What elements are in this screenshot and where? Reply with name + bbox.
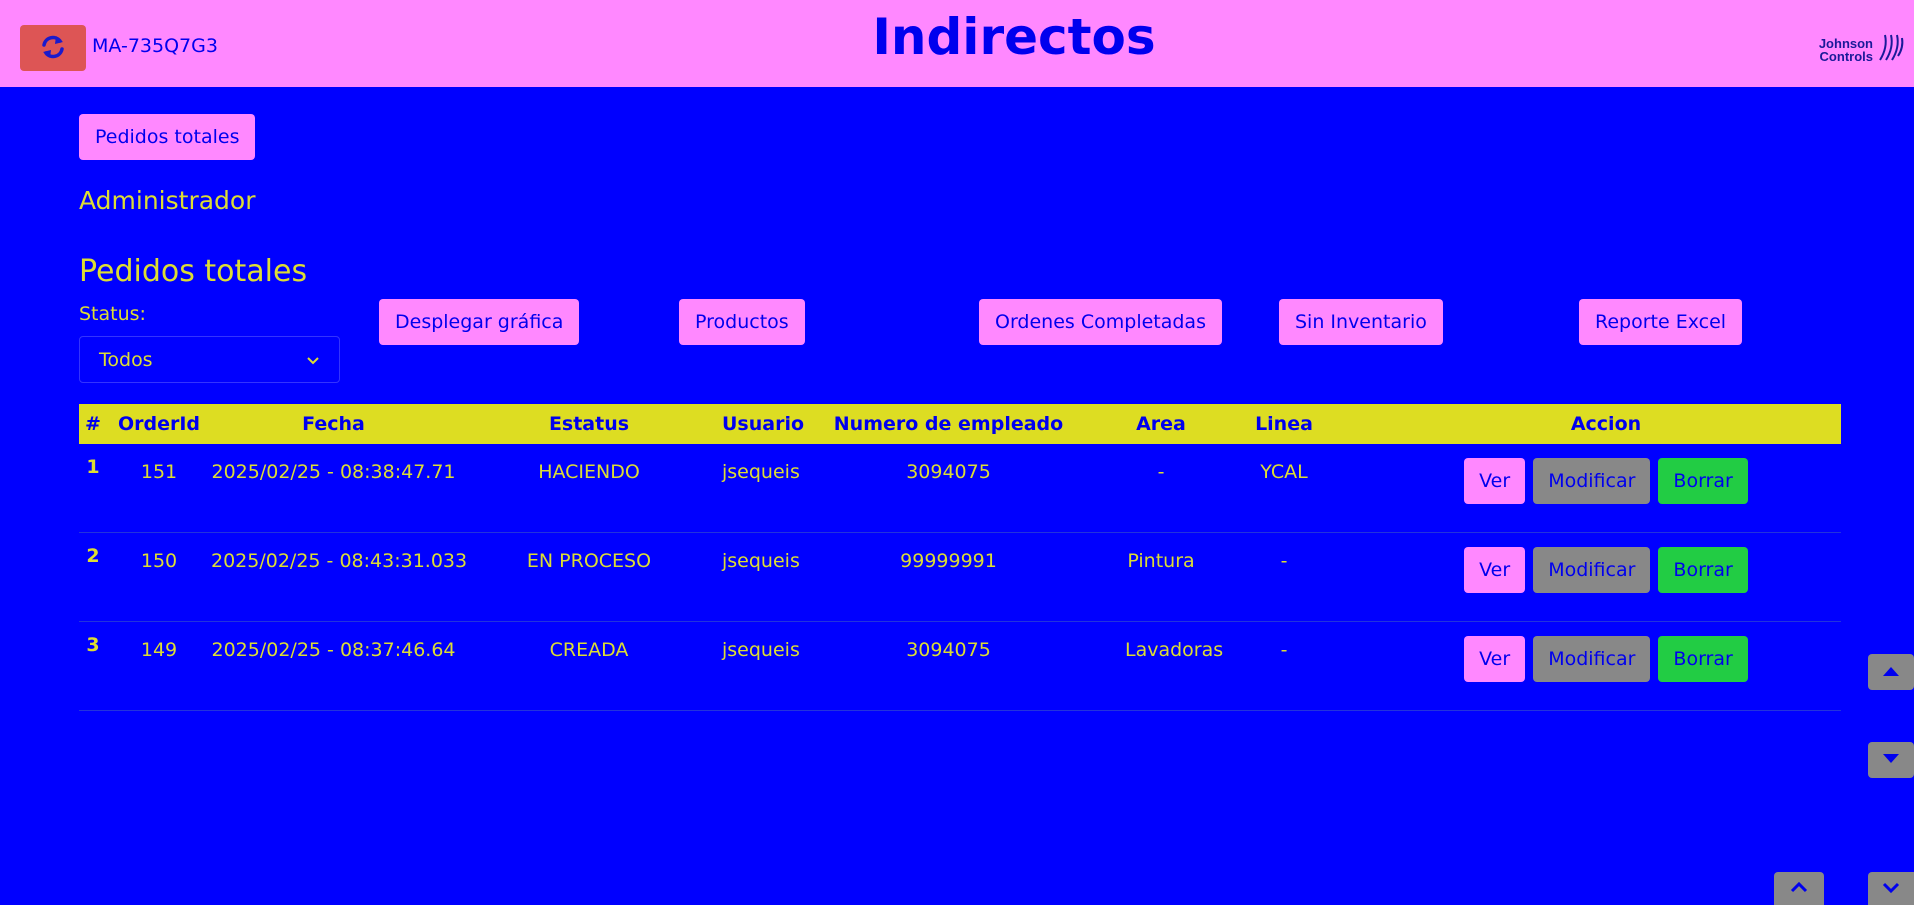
reporte-excel-button[interactable]: Reporte Excel bbox=[1579, 299, 1743, 345]
table-row: 3 149 2025/02/25 - 08:37:46.64 CREADA js… bbox=[79, 621, 1841, 711]
page-down-button[interactable] bbox=[1868, 872, 1914, 905]
col-header-usuario: Usuario bbox=[722, 413, 805, 435]
row-index: 3 bbox=[79, 621, 107, 711]
ordenes-completadas-button[interactable]: Ordenes Completadas bbox=[979, 299, 1222, 345]
caret-down-icon bbox=[1881, 753, 1901, 768]
table-row: 2 150 2025/02/25 - 08:43:31.033 EN PROCE… bbox=[79, 532, 1841, 622]
status-label: Status: bbox=[79, 303, 146, 325]
status-select[interactable]: Todos bbox=[79, 336, 340, 383]
order-line: - bbox=[1197, 532, 1371, 622]
chevron-down-icon bbox=[306, 349, 320, 371]
pedidos-totales-button[interactable]: Pedidos totales bbox=[79, 114, 256, 160]
row-actions: Ver Modificar Borrar bbox=[1371, 532, 1841, 622]
orders-table: # OrderId Fecha Estatus Usuario Numero d… bbox=[79, 404, 1841, 711]
order-status: CREADA bbox=[456, 621, 722, 711]
borrar-button[interactable]: Borrar bbox=[1658, 547, 1748, 593]
johnson-controls-mark-icon bbox=[1877, 32, 1905, 68]
caret-up-icon bbox=[1881, 665, 1901, 680]
col-header-empleado: Numero de empleado bbox=[833, 413, 1064, 435]
order-user: jsequeis bbox=[722, 444, 800, 533]
row-actions: Ver Modificar Borrar bbox=[1371, 621, 1841, 711]
sin-inventario-button[interactable]: Sin Inventario bbox=[1279, 299, 1443, 345]
modificar-button[interactable]: Modificar bbox=[1533, 636, 1651, 682]
desplegar-grafica-button[interactable]: Desplegar gráfica bbox=[379, 299, 580, 345]
order-date: 2025/02/25 - 08:38:47.71 bbox=[211, 444, 456, 533]
table-header-row: # OrderId Fecha Estatus Usuario Numero d… bbox=[79, 404, 1841, 444]
order-date: 2025/02/25 - 08:43:31.033 bbox=[211, 532, 467, 622]
row-actions: Ver Modificar Borrar bbox=[1371, 444, 1841, 533]
scroll-down-button[interactable] bbox=[1868, 742, 1914, 778]
employee-number: 3094075 bbox=[772, 621, 1125, 711]
col-header-orderid: OrderId bbox=[117, 413, 201, 435]
app-title: Indirectos bbox=[872, 8, 1156, 66]
col-header-index: # bbox=[85, 413, 101, 435]
row-index: 2 bbox=[79, 532, 107, 622]
row-index: 1 bbox=[79, 444, 107, 533]
chevron-down-icon bbox=[1881, 881, 1901, 896]
order-date: 2025/02/25 - 08:37:46.64 bbox=[211, 621, 456, 711]
col-header-fecha: Fecha bbox=[302, 413, 365, 435]
page-up-button[interactable] bbox=[1774, 872, 1824, 905]
role-label: Administrador bbox=[79, 186, 256, 215]
order-id: 150 bbox=[107, 532, 211, 622]
order-line: YCAL bbox=[1197, 444, 1371, 533]
company-logo: Johnson Controls bbox=[1810, 30, 1905, 70]
top-bar: Indirectos MA-735Q7G3 Johnson Controls bbox=[0, 0, 1914, 87]
ver-button[interactable]: Ver bbox=[1464, 458, 1526, 504]
logo-line-2: Controls bbox=[1819, 49, 1873, 64]
order-user: jsequeis bbox=[722, 532, 800, 622]
col-header-linea: Linea bbox=[1255, 413, 1313, 435]
order-status: HACIENDO bbox=[456, 444, 722, 533]
order-area: - bbox=[1125, 444, 1197, 533]
refresh-icon bbox=[39, 33, 67, 64]
table-row: 1 151 2025/02/25 - 08:38:47.71 HACIENDO … bbox=[79, 444, 1841, 533]
modificar-button[interactable]: Modificar bbox=[1533, 547, 1651, 593]
scroll-up-button[interactable] bbox=[1868, 654, 1914, 690]
order-line: - bbox=[1197, 621, 1371, 711]
ver-button[interactable]: Ver bbox=[1464, 547, 1526, 593]
order-user: jsequeis bbox=[722, 621, 800, 711]
section-title: Pedidos totales bbox=[79, 254, 308, 289]
device-id: MA-735Q7G3 bbox=[92, 35, 218, 57]
employee-number: 3094075 bbox=[772, 444, 1125, 533]
borrar-button[interactable]: Borrar bbox=[1658, 636, 1748, 682]
chevron-up-icon bbox=[1789, 881, 1809, 896]
productos-button[interactable]: Productos bbox=[679, 299, 805, 345]
borrar-button[interactable]: Borrar bbox=[1658, 458, 1748, 504]
col-header-accion: Accion bbox=[1570, 413, 1642, 435]
employee-number: 99999991 bbox=[772, 532, 1125, 622]
order-id: 151 bbox=[107, 444, 211, 533]
ver-button[interactable]: Ver bbox=[1464, 636, 1526, 682]
order-area: Lavadoras bbox=[1125, 621, 1223, 711]
col-header-area: Area bbox=[1136, 413, 1186, 435]
status-select-value: Todos bbox=[99, 348, 153, 371]
order-status: EN PROCESO bbox=[456, 532, 722, 622]
order-area: Pintura bbox=[1125, 532, 1197, 622]
refresh-button[interactable] bbox=[20, 25, 86, 71]
col-header-estatus: Estatus bbox=[548, 413, 630, 435]
modificar-button[interactable]: Modificar bbox=[1533, 458, 1651, 504]
order-id: 149 bbox=[107, 621, 211, 711]
